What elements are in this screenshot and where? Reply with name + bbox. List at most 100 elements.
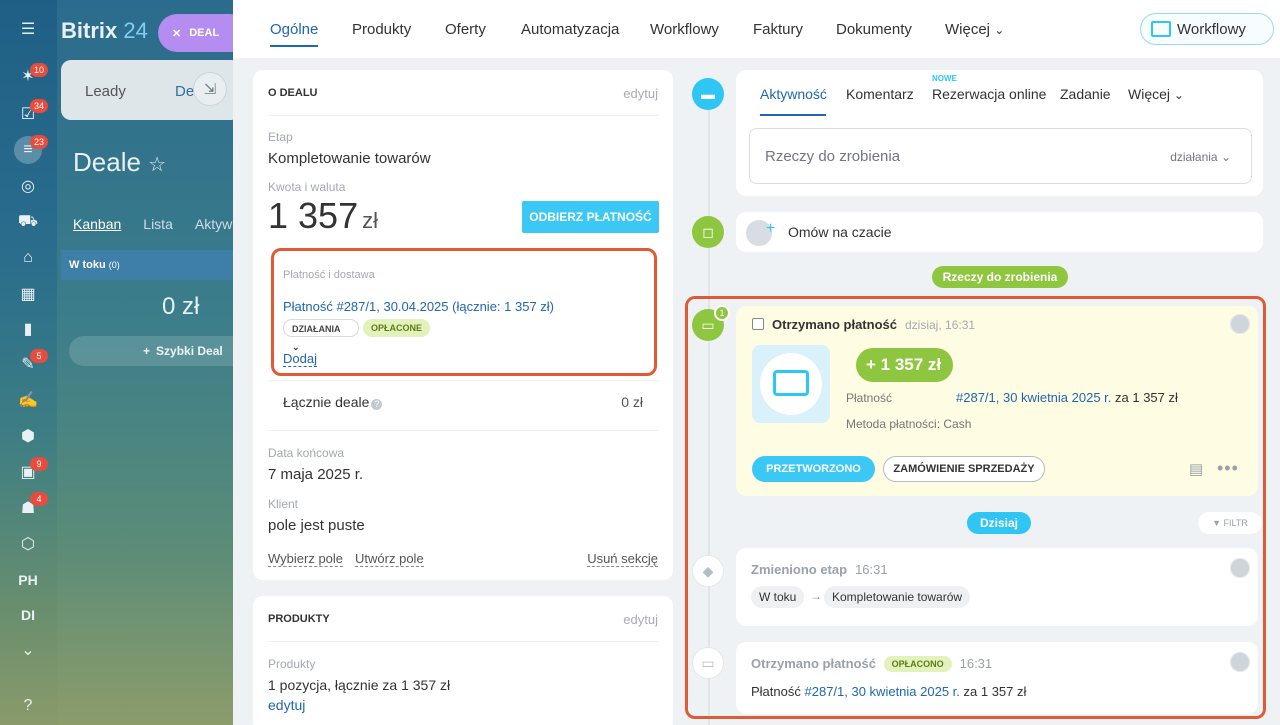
avatar[interactable] bbox=[1230, 314, 1250, 334]
star-icon[interactable]: ☆ bbox=[148, 154, 166, 176]
avatar[interactable] bbox=[1230, 558, 1250, 578]
todo-count-badge: 1 bbox=[714, 305, 730, 321]
products-edit-link[interactable]: edytuj bbox=[623, 612, 658, 627]
client-label: Klient bbox=[268, 497, 299, 511]
payment-item-title: Otrzymano płatność bbox=[772, 317, 897, 332]
payment-received-item: Otrzymano płatność dzisiaj, 16:31 + 1 35… bbox=[736, 306, 1258, 496]
processed-button[interactable]: PRZETWORZONO bbox=[752, 456, 875, 482]
payment-actions-dropdown[interactable]: DZIAŁANIA ⌄ bbox=[283, 319, 359, 352]
todo-input[interactable]: Rzeczy do zrobienia działania ⌄ bbox=[749, 128, 1252, 184]
stage-value[interactable]: Kompletowanie towarów bbox=[268, 150, 431, 167]
plus-icon: + bbox=[143, 344, 151, 358]
stage-changed-time: 16:31 bbox=[855, 562, 888, 577]
target-icon[interactable]: ◎ bbox=[14, 172, 42, 200]
tag-node-icon: ◆ bbox=[692, 555, 724, 587]
payment-link[interactable]: Płatność #287/1, 30.04.2025 (łącznie: 1 … bbox=[283, 299, 554, 314]
bg-view-list[interactable]: Lista bbox=[143, 216, 173, 232]
tab-workflows[interactable]: Workflowy bbox=[650, 21, 719, 38]
todo-placeholder: Rzeczy do zrobienia bbox=[765, 148, 901, 165]
payment-actions-label: DZIAŁANIA bbox=[292, 324, 341, 334]
tab-offers[interactable]: Oferty bbox=[445, 21, 486, 38]
receive-payment-button[interactable]: ODBIERZ PŁATNOŚĆ bbox=[522, 201, 659, 233]
collapse-arrow-icon[interactable]: ⇲ bbox=[193, 72, 227, 106]
stage-changed-title-text: Zmieniono etap bbox=[751, 562, 848, 577]
help-icon[interactable]: ? bbox=[14, 692, 42, 720]
payment-history-line: Płatność #287/1, 30 kwietnia 2025 r. za … bbox=[751, 684, 1026, 699]
tab-invoices[interactable]: Faktury bbox=[753, 21, 803, 38]
divider bbox=[268, 641, 658, 642]
tab-automation[interactable]: Automatyzacja bbox=[521, 21, 619, 38]
create-field-link[interactable]: Utwórz pole bbox=[355, 551, 424, 567]
products-edit-inline-link[interactable]: edytuj bbox=[268, 697, 305, 713]
close-icon[interactable]: ✕ bbox=[172, 27, 181, 40]
payment-history-title-text: Otrzymano płatność bbox=[751, 656, 876, 671]
stage-changed-title: Zmieniono etap 16:31 bbox=[751, 562, 888, 577]
analytics-icon[interactable]: ▮ bbox=[14, 315, 42, 343]
deal-close-pill[interactable]: ✕ DEAL bbox=[158, 14, 233, 52]
cart-icon[interactable]: ⛟ bbox=[14, 208, 42, 236]
end-date-value[interactable]: 7 maja 2025 r. bbox=[268, 466, 363, 483]
about-deal-edit-link[interactable]: edytuj bbox=[623, 86, 658, 101]
bg-tab-leady[interactable]: Leady bbox=[85, 83, 126, 100]
help-icon[interactable]: ? bbox=[371, 399, 383, 410]
deal-pill-label: DEAL bbox=[189, 27, 220, 39]
products-title: PRODUKTY bbox=[268, 613, 330, 625]
bg-deals-title-text: Deale bbox=[73, 147, 141, 177]
avatar[interactable] bbox=[1230, 652, 1250, 672]
tab-editor-more[interactable]: Więcej ⌄ bbox=[1128, 86, 1184, 102]
today-pill: Dzisiaj bbox=[967, 512, 1031, 534]
logo-num: 24 bbox=[123, 18, 148, 43]
note-icon[interactable]: ▤ bbox=[1189, 460, 1203, 478]
tab-documents[interactable]: Dokumenty bbox=[836, 21, 912, 38]
shield-icon[interactable]: ⬢ bbox=[14, 422, 42, 450]
rail-item-di[interactable]: DI bbox=[14, 601, 42, 629]
box-icon[interactable]: ⬡ bbox=[14, 530, 42, 558]
tab-activity[interactable]: Aktywność bbox=[760, 86, 827, 102]
payment-field-label: Płatność bbox=[846, 391, 893, 405]
sales-order-button[interactable]: ZAMÓWIENIE SPRZEDAŻY bbox=[883, 456, 1045, 482]
tab-online-booking[interactable]: Rezerwacja online bbox=[932, 86, 1046, 102]
bg-tab-deals[interactable]: De bbox=[175, 83, 194, 100]
divider bbox=[268, 115, 658, 116]
complete-checkbox[interactable] bbox=[752, 318, 764, 330]
divider bbox=[268, 380, 658, 381]
select-field-link[interactable]: Wybierz pole bbox=[268, 551, 344, 567]
payment-item-link[interactable]: #287/1, 30 kwietnia 2025 r. bbox=[956, 390, 1111, 405]
payment-history-link[interactable]: #287/1, 30 kwietnia 2025 r. bbox=[805, 684, 960, 699]
bank-icon[interactable]: ⌂ bbox=[14, 244, 42, 272]
filter-button[interactable]: ▼ FILTR bbox=[1198, 512, 1262, 534]
deal-slider: Ogólne Produkty Oferty Automatyzacja Wor… bbox=[233, 0, 1280, 725]
bg-view-activity[interactable]: Aktyw bbox=[195, 216, 232, 232]
plus-icon: + bbox=[766, 220, 776, 237]
workflow-button[interactable]: Workflowy bbox=[1140, 13, 1274, 45]
add-payment-link[interactable]: Dodaj bbox=[283, 351, 317, 367]
payment-history-prefix: Płatność bbox=[751, 684, 801, 699]
sign-icon[interactable]: ✍ bbox=[14, 386, 42, 414]
amount-value[interactable]: 1 357 zł bbox=[268, 195, 378, 237]
tab-more[interactable]: Więcej ⌄ bbox=[945, 21, 1004, 38]
rail-item-ph[interactable]: PH bbox=[14, 566, 42, 594]
amount-currency: zł bbox=[362, 208, 378, 233]
remove-section-link[interactable]: Usuń sekcję bbox=[587, 551, 658, 567]
payment-item-suffix: za 1 357 zł bbox=[1115, 390, 1178, 405]
menu-icon[interactable]: ☰ bbox=[14, 15, 42, 43]
tab-general[interactable]: Ogólne bbox=[270, 21, 318, 38]
more-icon[interactable]: ••• bbox=[1217, 458, 1239, 479]
client-value[interactable]: pole jest puste bbox=[268, 517, 365, 534]
todo-actions-dropdown[interactable]: działania ⌄ bbox=[1170, 150, 1231, 164]
payment-label: Płatność i dostawa bbox=[283, 269, 375, 281]
bg-quick-deal-button[interactable]: + Szybki Deal bbox=[69, 336, 233, 366]
tab-task[interactable]: Zadanie bbox=[1060, 86, 1111, 102]
stage-from-chip: W toku bbox=[751, 586, 805, 608]
amount-label: Kwota i waluta bbox=[268, 180, 346, 194]
calendar-icon[interactable]: ▦ bbox=[14, 280, 42, 308]
deal-tabs: Ogólne Produkty Oferty Automatyzacja Wor… bbox=[233, 0, 1280, 58]
tab-products[interactable]: Produkty bbox=[352, 21, 411, 38]
robot-badge: 4 bbox=[30, 492, 48, 506]
chat-discuss-row[interactable]: + Omów na czacie bbox=[736, 212, 1263, 252]
paid-status-badge: OPŁACONE bbox=[363, 319, 431, 337]
tab-comment[interactable]: Komentarz bbox=[846, 86, 914, 102]
payment-amount-badge: + 1 357 zł bbox=[856, 348, 954, 382]
bg-view-kanban[interactable]: Kanban bbox=[73, 216, 121, 232]
chevron-down-icon[interactable]: ⌄ bbox=[14, 636, 42, 664]
